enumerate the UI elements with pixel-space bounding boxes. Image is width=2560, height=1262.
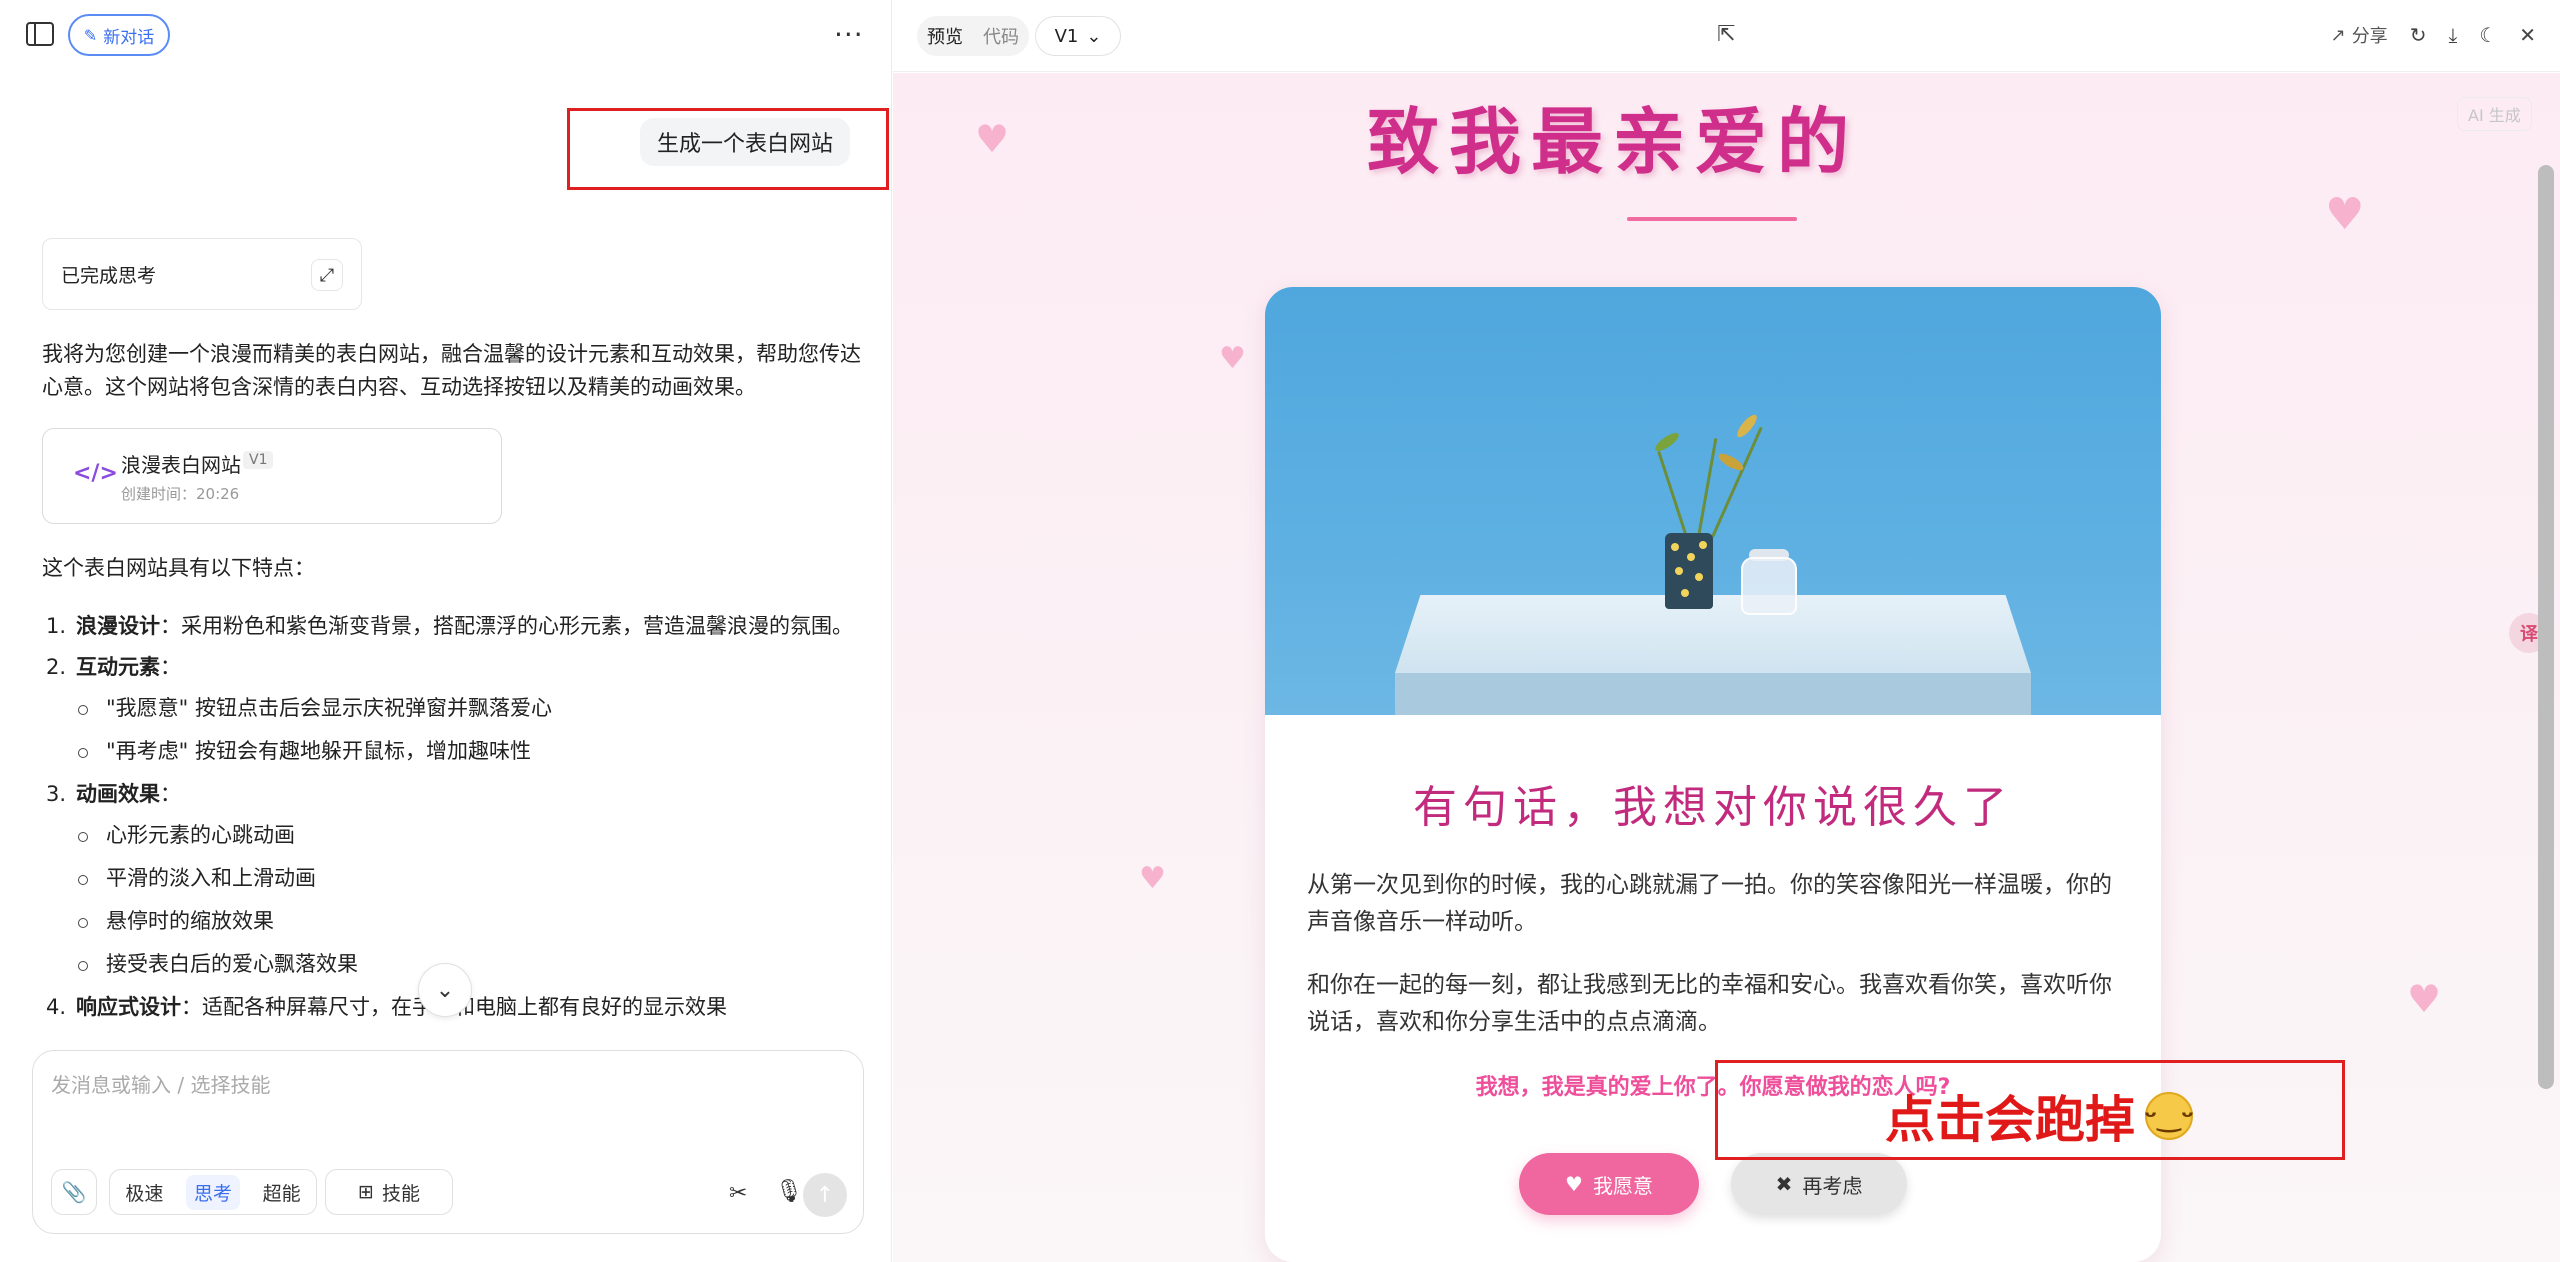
edit-icon: ✎ (83, 25, 98, 45)
feature-title: 浪漫设计 (76, 614, 160, 638)
thinking-status[interactable]: 已完成思考 ⤢ (42, 238, 362, 310)
list-item: 3. 动画效果： (42, 778, 862, 811)
artifact-version: V1 (243, 451, 274, 469)
accept-label: 我愿意 (1592, 1173, 1653, 1198)
list-item: 2. 互动元素： (42, 651, 862, 684)
close-icon: ✖ (1775, 1172, 1793, 1196)
scroll-down-icon[interactable]: ⌄ (418, 963, 472, 1017)
scrollbar[interactable] (2538, 165, 2554, 1089)
plant-stem (1697, 438, 1718, 538)
artifact-card[interactable]: </> 浪漫表白网站 V1 创建时间：20:26 (42, 428, 502, 524)
heart-icon: ♥ (2407, 977, 2442, 1021)
preview-topbar: 预览 代码 V1 ⌄ ⇱ ↗ 分享 ↻ ⤓ ☾ ✕ (893, 0, 2560, 72)
heart-icon: ♥ (1219, 341, 1246, 376)
mode-super[interactable]: 超能 (263, 1179, 301, 1206)
page-title: 致我最亲爱的 (1366, 99, 1859, 184)
message-input-box[interactable]: 发消息或输入 / 选择技能 📎 极速 思考 超能 ⊞ 技能 ✂ 🎙 ↑ (32, 1050, 864, 1234)
plant-leaf (1716, 450, 1746, 474)
sub-list-item: "我愿意" 按钮点击后会显示庆祝弹窗并飘落爱心 (42, 692, 862, 725)
heart-icon: ♥ (1139, 861, 1166, 896)
feature-title: 响应式设计 (76, 995, 181, 1019)
plant-stem (1657, 450, 1688, 538)
download-icon[interactable]: ⤓ (2448, 23, 2457, 47)
reconsider-button[interactable]: ✖ 再考虑 (1731, 1153, 1907, 1215)
dark-mode-icon[interactable]: ☾ (2479, 23, 2497, 47)
close-icon[interactable]: ✕ (2519, 23, 2536, 47)
view-tabs: 预览 代码 (917, 16, 1029, 56)
skills-label: 技能 (381, 1182, 420, 1205)
plant-stem (1711, 426, 1763, 538)
scissors-icon[interactable]: ✂ (729, 1181, 747, 1206)
expand-icon[interactable]: ⤢ (311, 259, 343, 291)
version-select[interactable]: V1 ⌄ (1035, 16, 1121, 56)
table-top (1395, 595, 2031, 673)
feature-title: 互动元素 (76, 655, 160, 679)
card-heading: 有句话，我想对你说很久了 (1413, 782, 2013, 833)
heart-icon: ♥ (2325, 189, 2365, 240)
reconsider-label: 再考虑 (1802, 1173, 1863, 1198)
preview-pane: 预览 代码 V1 ⌄ ⇱ ↗ 分享 ↻ ⤓ ☾ ✕ ♥ ♥ ♥ ♥ ♥ AI 生… (893, 0, 2560, 1262)
heart-icon: ♥ (1565, 1172, 1583, 1196)
accept-button[interactable]: ♥ 我愿意 (1519, 1153, 1699, 1215)
input-placeholder: 发消息或输入 / 选择技能 (51, 1073, 271, 1097)
code-icon: </> (73, 461, 118, 486)
sidebar-toggle-icon[interactable] (26, 22, 54, 46)
table-front (1395, 673, 2031, 715)
sub-list-item: 心形元素的心跳动画 (42, 819, 862, 852)
glass-jar (1741, 557, 1797, 615)
list-item: 1. 浪漫设计：采用粉色和紫色渐变背景，搭配漂浮的心形元素，营造温馨浪漫的氛围。 (42, 610, 862, 643)
chat-pane: ✎ 新对话 ··· 生成一个表白网站 已完成思考 ⤢ 我将为您创建一个浪漫而精美… (0, 0, 892, 1262)
artifact-title: 浪漫表白网站 (121, 453, 241, 477)
features-intro: 这个表白网站具有以下特点： (42, 556, 315, 580)
attach-icon[interactable]: 📎 (51, 1169, 97, 1215)
list-number: 2. (46, 655, 67, 679)
card-paragraph-1: 从第一次见到你的时候，我的心跳就漏了一拍。你的笑容像阳光一样温暖，你的声音像音乐… (1307, 872, 2112, 935)
thinking-label: 已完成思考 (61, 264, 157, 287)
sub-list-item: 平滑的淡入和上滑动画 (42, 862, 862, 895)
pointer-select-icon[interactable]: ⇱ (1717, 22, 1735, 47)
share-label: 分享 (2351, 26, 2388, 47)
version-value: V1 (1054, 25, 1079, 47)
assistant-intro: 我将为您创建一个浪漫而精美的表白网站，融合温馨的设计元素和互动效果，帮助您传达心… (42, 342, 861, 399)
list-number: 3. (46, 782, 67, 806)
card-photo (1265, 287, 2161, 715)
tab-preview[interactable]: 预览 (927, 23, 963, 49)
list-number: 4. (46, 995, 67, 1019)
new-chat-button[interactable]: ✎ 新对话 (68, 14, 170, 56)
title-divider (1627, 217, 1797, 221)
annotation-text: 点击会跑掉 (1885, 1091, 2135, 1149)
plant-leaf (1652, 429, 1682, 455)
more-options-icon[interactable]: ··· (834, 18, 864, 51)
skills-button[interactable]: ⊞ 技能 (325, 1169, 453, 1215)
feature-title: 动画效果 (76, 782, 160, 806)
vase (1665, 533, 1713, 609)
ai-generated-badge: AI 生成 (2457, 97, 2532, 131)
sub-list-item: 悬停时的缩放效果 (42, 905, 862, 938)
share-icon: ↗ (2330, 24, 2346, 46)
card-paragraph-2: 和你在一起的每一刻，都让我感到无比的幸福和安心。我喜欢看你笑，喜欢听你说话，喜欢… (1307, 972, 2112, 1035)
send-button[interactable]: ↑ (803, 1173, 847, 1217)
highlight-box (567, 108, 889, 190)
new-chat-label: 新对话 (103, 27, 155, 48)
feature-text: ： (160, 655, 181, 679)
grin-emoji-icon: ᵕ‿ᵕ (2144, 1092, 2194, 1140)
mode-selector[interactable]: 极速 思考 超能 (109, 1169, 317, 1215)
sub-list-item: "再考虑" 按钮会有趣地躲开鼠标，增加趣味性 (42, 735, 862, 768)
mode-think[interactable]: 思考 (185, 1174, 240, 1210)
feature-text: ：采用粉色和紫色渐变背景，搭配漂浮的心形元素，营造温馨浪漫的氛围。 (160, 614, 853, 638)
annotation: 点击会跑掉 ᵕ‿ᵕ (1885, 1080, 2194, 1152)
chevron-down-icon: ⌄ (1086, 25, 1102, 47)
microphone-icon[interactable]: 🎙 (775, 1179, 803, 1204)
artifact-time: 创建时间：20:26 (121, 485, 240, 503)
tab-code[interactable]: 代码 (983, 23, 1019, 49)
grid-icon: ⊞ (358, 1181, 374, 1203)
chat-topbar: ✎ 新对话 ··· (0, 0, 892, 70)
feature-text: ： (160, 782, 181, 806)
mode-fast[interactable]: 极速 (125, 1179, 163, 1206)
share-button[interactable]: ↗ 分享 (2331, 22, 2388, 48)
list-number: 1. (46, 614, 67, 638)
refresh-icon[interactable]: ↻ (2410, 23, 2427, 47)
preview-toolbar: ↗ 分享 ↻ ⤓ ☾ ✕ (2331, 22, 2536, 48)
